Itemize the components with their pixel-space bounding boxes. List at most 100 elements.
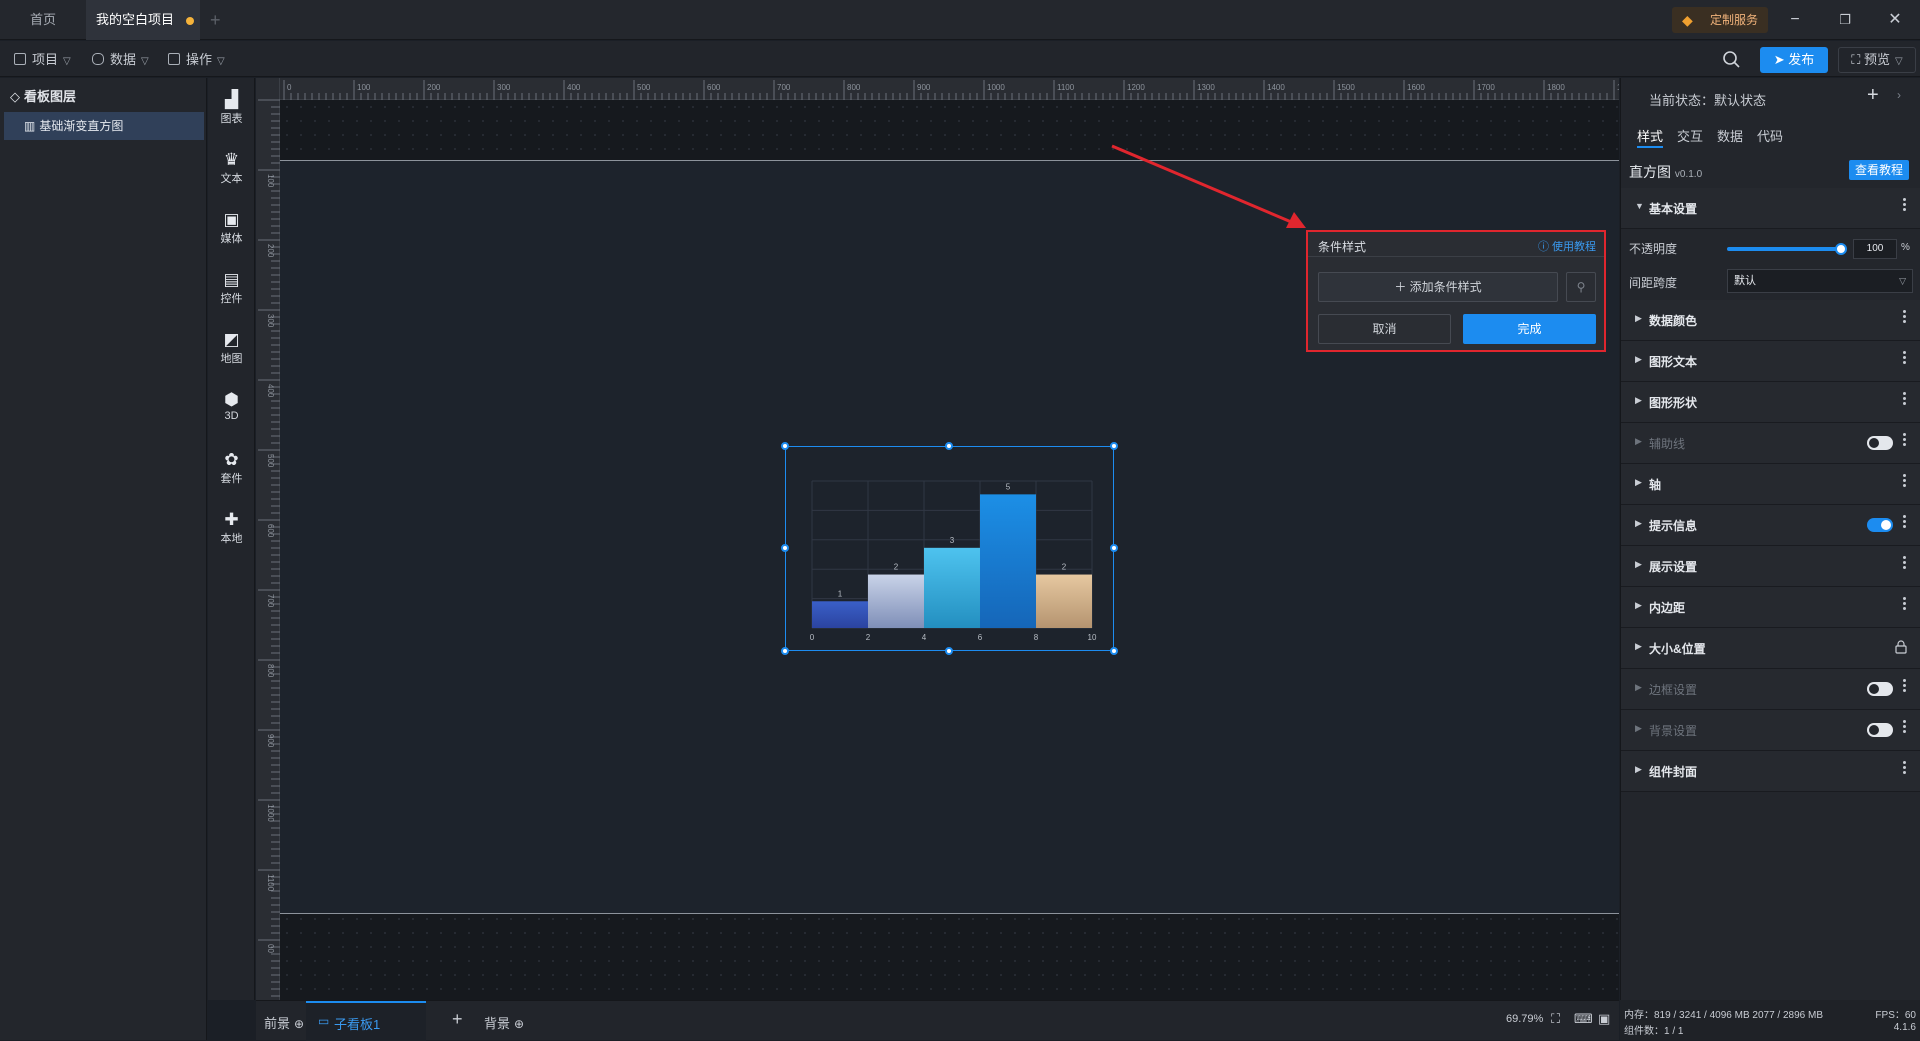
component-text[interactable]: ♛ 文本 xyxy=(208,148,255,198)
resize-handle[interactable] xyxy=(1110,442,1118,450)
section-item[interactable]: ▶ 图形文本 xyxy=(1621,341,1920,382)
opacity-slider-knob[interactable] xyxy=(1835,243,1847,255)
component-map-label: 地图 xyxy=(220,353,243,365)
x-tick-label: 4 xyxy=(922,633,927,642)
menu-data[interactable]: 数据 ▽ xyxy=(92,50,149,70)
tab-interaction[interactable]: 交互 xyxy=(1677,126,1703,145)
component-local[interactable]: ✚ 本地 xyxy=(208,508,255,558)
keyboard-icon[interactable]: ⌨ xyxy=(1574,1011,1593,1027)
opacity-slider[interactable] xyxy=(1727,247,1839,251)
component-control[interactable]: ▤ 控件 xyxy=(208,268,255,318)
toggle-switch[interactable] xyxy=(1867,518,1893,532)
resize-handle[interactable] xyxy=(1110,544,1118,552)
histogram-bar[interactable] xyxy=(924,547,980,628)
section-item[interactable]: ▶ 背景设置 xyxy=(1621,710,1920,751)
section-item[interactable]: ▶ 数据颜色 xyxy=(1621,300,1920,341)
toggle-switch[interactable] xyxy=(1867,682,1893,696)
tutorial-link[interactable]: ⓘ 使用教程 xyxy=(1538,238,1596,254)
terminal-icon[interactable]: ▣ xyxy=(1598,1011,1610,1027)
close-icon[interactable]: ✕ xyxy=(1883,8,1907,32)
condition-filter-icon[interactable]: ⚲ xyxy=(1566,272,1596,302)
section-item[interactable]: ▶ 边框设置 xyxy=(1621,669,1920,710)
section-item[interactable]: ▶ 辅助线 xyxy=(1621,423,1920,464)
more-icon[interactable] xyxy=(1903,351,1907,366)
section-item[interactable]: ▶ 图形形状 xyxy=(1621,382,1920,423)
new-tab-button[interactable]: + xyxy=(210,0,230,40)
resize-handle[interactable] xyxy=(945,647,953,655)
more-icon[interactable] xyxy=(1903,433,1907,448)
tab-project[interactable]: 我的空白项目 xyxy=(86,0,200,40)
section-item[interactable]: ▶ 大小&位置 xyxy=(1621,628,1920,669)
lock-icon[interactable] xyxy=(1895,640,1907,654)
histogram-bar[interactable] xyxy=(812,601,868,628)
tab-code[interactable]: 代码 xyxy=(1757,126,1783,145)
section-label: 轴 xyxy=(1649,478,1662,492)
canvas-area[interactable]: 0 100 200 300 400 500 600 700 800 900 1000 1100 1200… xyxy=(256,78,1619,1000)
custom-service-button[interactable]: ◆ 定制服务 xyxy=(1672,7,1768,33)
add-circle-icon[interactable]: ⊕ xyxy=(294,1017,304,1031)
tab-data[interactable]: 数据 xyxy=(1717,126,1743,145)
publish-button[interactable]: ➤ 发布 xyxy=(1760,47,1828,73)
chevron-right-icon[interactable]: › xyxy=(1897,88,1901,102)
menu-data-label: 数据 xyxy=(110,52,137,67)
more-icon[interactable] xyxy=(1903,198,1907,213)
more-icon[interactable] xyxy=(1903,474,1907,489)
histogram-bar[interactable] xyxy=(1036,574,1092,628)
section-item[interactable]: ▶ 组件封面 xyxy=(1621,751,1920,792)
toggle-switch[interactable] xyxy=(1867,436,1893,450)
section-item[interactable]: ▶ 轴 xyxy=(1621,464,1920,505)
cancel-button[interactable]: 取消 xyxy=(1318,314,1451,344)
more-icon[interactable] xyxy=(1903,720,1907,735)
section-item[interactable]: ▶ 内边距 xyxy=(1621,587,1920,628)
tab-home[interactable]: 首页 xyxy=(0,0,86,40)
tutorial-button[interactable]: 查看教程 xyxy=(1849,160,1909,180)
done-button[interactable]: 完成 xyxy=(1463,314,1596,344)
component-media[interactable]: ▣ 媒体 xyxy=(208,208,255,258)
add-board-button[interactable]: + xyxy=(452,1009,463,1030)
menu-project[interactable]: 项目 ▽ xyxy=(14,50,71,70)
tab-background[interactable]: 背景 ⊕ xyxy=(484,1013,524,1032)
histogram-bar[interactable] xyxy=(868,574,924,628)
more-icon[interactable] xyxy=(1903,515,1907,530)
send-icon: ➤ xyxy=(1773,52,1789,67)
search-icon[interactable] xyxy=(1722,50,1740,68)
resize-handle[interactable] xyxy=(781,647,789,655)
minimize-icon[interactable]: − xyxy=(1783,8,1807,32)
resize-handle[interactable] xyxy=(781,544,789,552)
resize-handle[interactable] xyxy=(1110,647,1118,655)
tab-board-active[interactable]: ▭ 子看板1 xyxy=(306,1001,426,1041)
zoom-level[interactable]: 69.79% xyxy=(1506,1013,1543,1025)
more-icon[interactable] xyxy=(1903,310,1907,325)
preview-button[interactable]: ⛶ 预览 ▽ xyxy=(1838,47,1916,73)
histogram-chart[interactable]: 1 2 3 5 2 0 2 4 6 8 10 xyxy=(785,446,1114,651)
component-map[interactable]: ◩ 地图 xyxy=(208,328,255,378)
opacity-input[interactable]: 100 xyxy=(1853,239,1897,259)
add-circle-icon[interactable]: ⊕ xyxy=(514,1017,524,1031)
section-item[interactable]: ▶ 展示设置 xyxy=(1621,546,1920,587)
menu-operate[interactable]: 操作 ▽ xyxy=(168,50,225,70)
add-state-button[interactable]: + xyxy=(1867,84,1879,107)
more-icon[interactable] xyxy=(1903,597,1907,612)
section-basic-settings[interactable]: ▼ 基本设置 xyxy=(1621,188,1920,229)
more-icon[interactable] xyxy=(1903,679,1907,694)
add-condition-button[interactable]: ＋ 添加条件样式 xyxy=(1318,272,1558,302)
resize-handle[interactable] xyxy=(945,442,953,450)
resize-handle[interactable] xyxy=(781,442,789,450)
more-icon[interactable] xyxy=(1903,392,1907,407)
section-label: 提示信息 xyxy=(1649,519,1698,533)
more-icon[interactable] xyxy=(1903,761,1907,776)
fit-screen-icon[interactable]: ⛶ xyxy=(1551,1011,1560,1027)
component-3d[interactable]: ⬢ 3D xyxy=(208,388,255,438)
more-icon[interactable] xyxy=(1903,556,1907,571)
toggle-switch[interactable] xyxy=(1867,723,1893,737)
tab-foreground[interactable]: 前景 ⊕ xyxy=(264,1013,304,1032)
layer-item[interactable]: ▥ 基础渐变直方图 xyxy=(4,112,204,140)
spacing-select[interactable]: 默认 ▽ xyxy=(1727,269,1913,293)
section-item[interactable]: ▶ 提示信息 xyxy=(1621,505,1920,546)
restore-icon[interactable]: ❐ xyxy=(1833,8,1857,32)
component-suite[interactable]: ✿ 套件 xyxy=(208,448,255,498)
histogram-bar[interactable] xyxy=(980,494,1036,628)
chevron-down-icon: ▽ xyxy=(1895,56,1903,67)
component-chart[interactable]: ▟ 图表 xyxy=(208,88,255,138)
tab-style[interactable]: 样式 xyxy=(1637,126,1663,145)
